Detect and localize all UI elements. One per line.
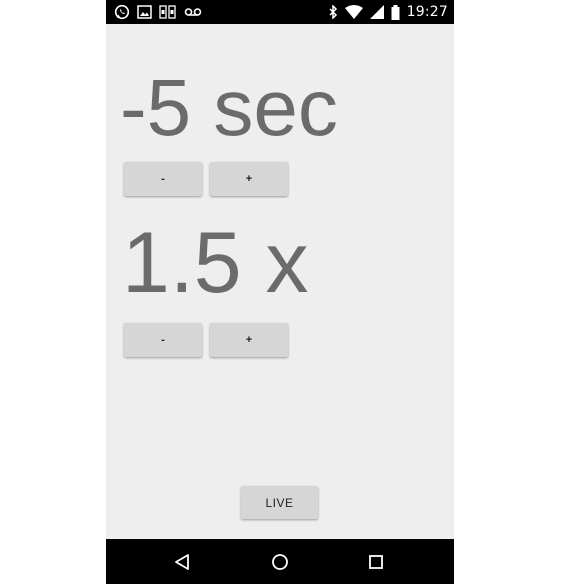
phone-screen: 19:27 -5 sec - + 1.5 x - + LIVE — [106, 0, 454, 584]
playback-rate-display: 1.5 x — [122, 215, 309, 311]
bluetooth-icon — [329, 5, 338, 19]
back-icon — [175, 554, 189, 570]
offset-decrease-button[interactable]: - — [124, 162, 202, 196]
rate-increase-button[interactable]: + — [210, 323, 288, 357]
recent-apps-button[interactable] — [363, 549, 389, 575]
offset-increase-button[interactable]: + — [210, 162, 288, 196]
system-icons: 19:27 — [329, 0, 448, 24]
home-icon — [272, 554, 288, 570]
whatsapp-icon — [114, 4, 130, 20]
live-button[interactable]: LIVE — [241, 486, 318, 519]
cell-signal-icon — [369, 5, 384, 19]
recent-apps-icon — [369, 555, 383, 569]
time-offset-display: -5 sec — [120, 63, 338, 152]
notification-icons — [114, 3, 202, 21]
battery-icon — [391, 4, 400, 20]
sim-card-icon — [159, 4, 177, 20]
clock: 19:27 — [406, 4, 448, 20]
image-icon — [137, 5, 152, 19]
wifi-icon — [344, 5, 363, 19]
voicemail-icon — [184, 6, 202, 18]
status-bar: 19:27 — [106, 0, 454, 24]
home-button[interactable] — [267, 549, 293, 575]
back-button[interactable] — [169, 549, 195, 575]
rate-decrease-button[interactable]: - — [124, 323, 202, 357]
navigation-bar — [106, 539, 454, 584]
